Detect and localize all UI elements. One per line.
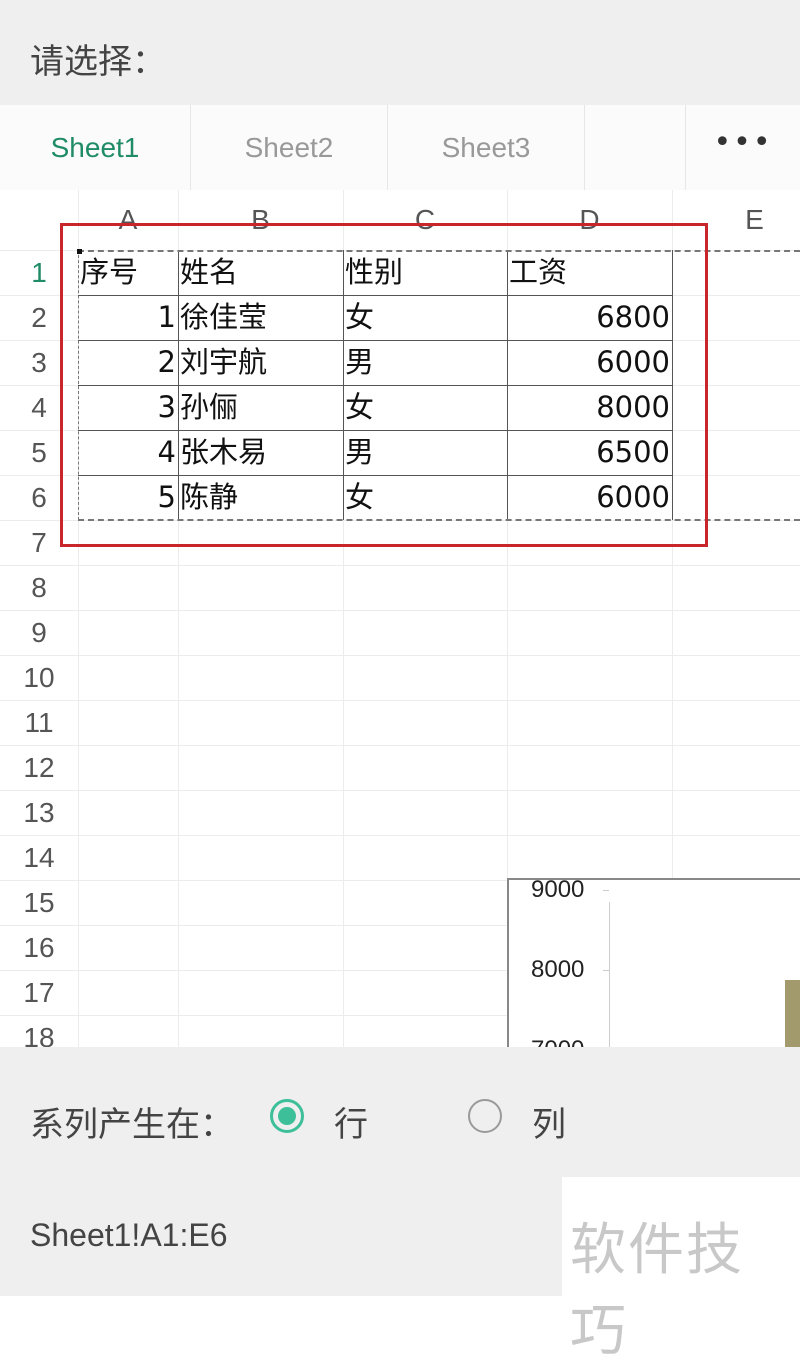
- row-header-14[interactable]: 14: [0, 835, 78, 880]
- radio-column[interactable]: [468, 1099, 502, 1133]
- watermark-text: 软件技巧: [570, 1218, 744, 1364]
- row-header-16[interactable]: 16: [0, 925, 78, 970]
- tab-sheet1[interactable]: Sheet1: [0, 105, 190, 190]
- data-range: Sheet1!A1:E6: [30, 1217, 228, 1253]
- row-header-9[interactable]: 9: [0, 610, 78, 655]
- grid-line: [0, 565, 800, 566]
- grid-line: [0, 610, 800, 611]
- y-tick-mark: [603, 970, 609, 971]
- row-header-17[interactable]: 17: [0, 970, 78, 1015]
- highlight-box: [60, 223, 708, 547]
- series-label: 系列产生在：: [30, 1105, 234, 1145]
- chart-preview[interactable]: 9000 8000 7000: [507, 876, 800, 1050]
- chart-bar: [785, 980, 800, 1050]
- row-header-8[interactable]: 8: [0, 565, 78, 610]
- radio-row[interactable]: [270, 1099, 304, 1133]
- dialog-title: 请选择：: [30, 42, 166, 82]
- row-header-15[interactable]: 15: [0, 880, 78, 925]
- grid-line: [0, 700, 800, 701]
- radio-column-label[interactable]: 列: [532, 1097, 566, 1146]
- radio-checked-icon: [278, 1107, 296, 1125]
- y-tick-label: 9000: [531, 876, 585, 903]
- row-header-12[interactable]: 12: [0, 745, 78, 790]
- y-axis-line: [609, 902, 610, 1050]
- row-header-10[interactable]: 10: [0, 655, 78, 700]
- grid-line: [0, 790, 800, 791]
- dialog-header: 请选择：: [0, 0, 800, 105]
- radio-row-label[interactable]: 行: [334, 1097, 368, 1146]
- tab-divider: [584, 105, 585, 190]
- tab-sheet2[interactable]: Sheet2: [191, 105, 387, 190]
- tab-sheet3[interactable]: Sheet3: [388, 105, 584, 190]
- grid-line: [0, 835, 800, 836]
- y-tick-label: 8000: [531, 956, 585, 983]
- sheet-tabs: Sheet1 Sheet2 Sheet3 •••: [0, 105, 800, 191]
- grid-line: [0, 655, 800, 656]
- row-header-18[interactable]: 18: [0, 1015, 78, 1050]
- watermark: 软件技巧: [562, 1177, 800, 1364]
- row-header-13[interactable]: 13: [0, 790, 78, 835]
- more-horizontal-icon[interactable]: •••: [686, 105, 800, 190]
- grid-line: [0, 745, 800, 746]
- row-header-11[interactable]: 11: [0, 700, 78, 745]
- spreadsheet-grid[interactable]: A B C D E 1 2 3 4 5 6 7 8 9 10 11 12 13 …: [0, 190, 800, 1050]
- y-tick-mark: [603, 890, 609, 891]
